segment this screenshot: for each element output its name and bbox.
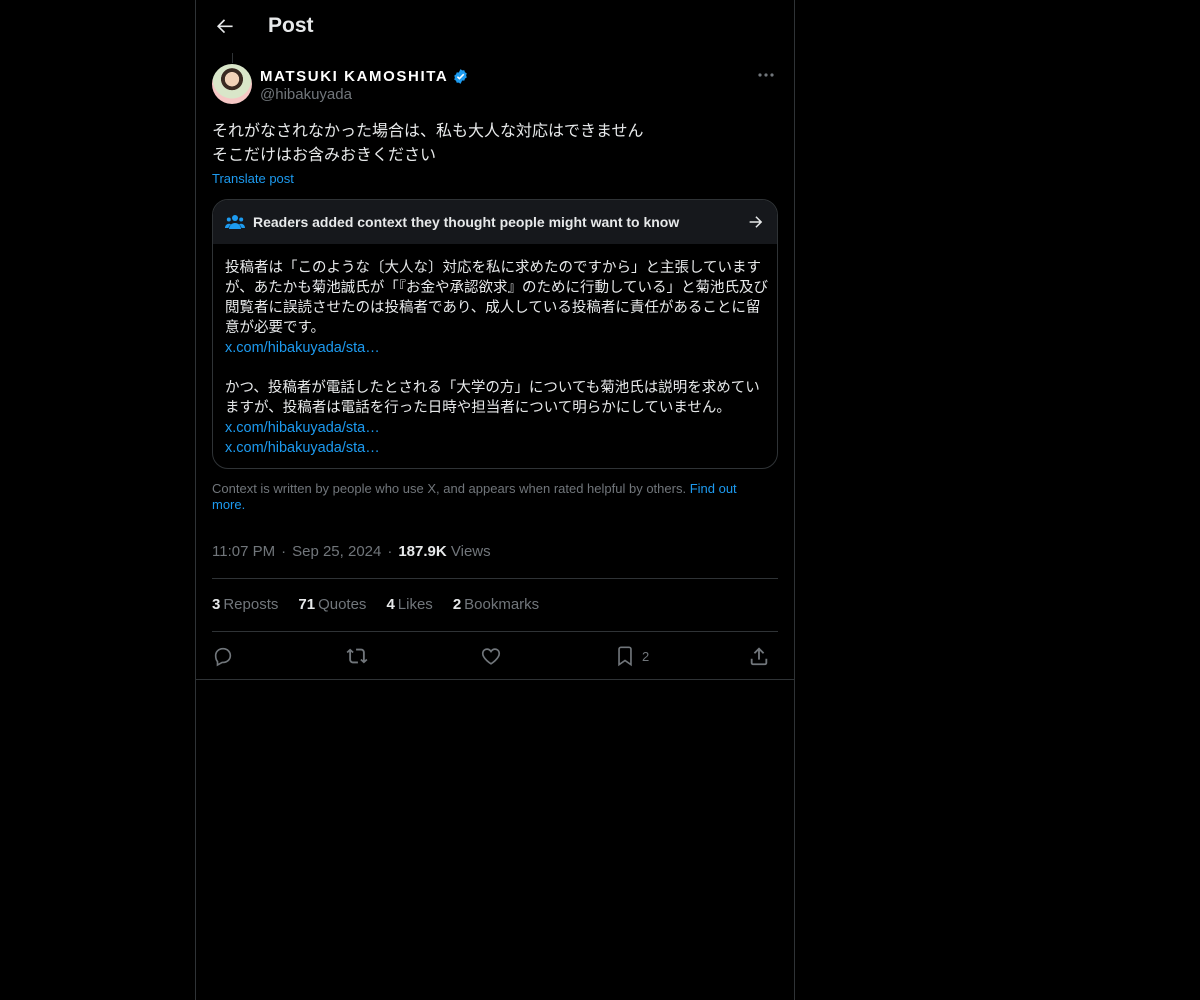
more-icon[interactable] [756, 68, 776, 82]
quotes-stat[interactable]: 71 Quotes [298, 596, 366, 616]
reply-button[interactable] [212, 643, 234, 669]
bookmarks-stat[interactable]: 2 Bookmarks [453, 596, 539, 616]
bookmark-button[interactable]: 2 [614, 643, 649, 669]
community-note: Readers added context they thought peopl… [212, 199, 778, 469]
share-button[interactable] [748, 643, 770, 669]
back-arrow-icon[interactable] [212, 13, 238, 39]
display-name[interactable]: MATSUKI KAMOSHITA [260, 68, 448, 85]
community-note-header[interactable]: Readers added context they thought peopl… [213, 200, 777, 244]
bookmarks-count: 2 [452, 596, 462, 613]
note-link[interactable]: x.com/hibakuyada/sta… [225, 418, 769, 438]
note-disclaimer: Context is written by people who use X, … [212, 481, 772, 513]
reposts-stat[interactable]: 3 Reposts [212, 596, 278, 616]
views-count: 187.9K [398, 543, 447, 560]
post-stats: 3 Reposts 71 Quotes 4 Likes 2 Bookmarks [212, 596, 539, 616]
repost-icon [346, 648, 368, 664]
verified-badge-icon[interactable] [452, 68, 469, 85]
arrow-right-icon[interactable] [747, 213, 765, 231]
likes-stat[interactable]: 4 Likes [386, 596, 432, 616]
community-note-body: 投稿者は「このような〔大人な〕対応を私に求めたのですから」と主張していますが、あ… [225, 258, 769, 458]
name-row: MATSUKI KAMOSHITA [260, 66, 469, 86]
handle[interactable]: @hibakuyada [260, 86, 352, 103]
quotes-count: 71 [298, 596, 316, 613]
thread-line [232, 53, 233, 63]
post-date[interactable]: Sep 25, 2024 [292, 543, 381, 560]
views-label: Views [450, 543, 491, 560]
divider [212, 631, 778, 632]
community-note-title: Readers added context they thought peopl… [253, 214, 680, 230]
separator-dot: · [281, 543, 287, 560]
people-icon [225, 215, 245, 229]
header: Post [196, 0, 794, 53]
post-time[interactable]: 11:07 PM [212, 543, 275, 560]
note-link[interactable]: x.com/hibakuyada/sta… [225, 438, 769, 458]
like-icon [481, 648, 501, 665]
likes-count: 4 [386, 596, 395, 613]
author-row: MATSUKI KAMOSHITA @hibakuyada [212, 64, 778, 108]
divider [212, 578, 778, 579]
post-bottom-border [196, 679, 794, 680]
note-spacer [225, 358, 769, 378]
reply-icon [214, 647, 232, 667]
reposts-count: 3 [212, 596, 221, 613]
like-button[interactable] [480, 643, 502, 669]
post-meta: 11:07 PM · Sep 25, 2024 · 187.9K Views [212, 543, 491, 560]
note-paragraph: 投稿者は「このような〔大人な〕対応を私に求めたのですから」と主張していますが、あ… [225, 260, 769, 336]
tweet-text: それがなされなかった場合は、私も大人な対応はできません そこだけはお含みおきくだ… [212, 123, 644, 164]
reposts-label: Reposts [223, 596, 279, 613]
page-title: Post [268, 14, 314, 37]
disclaimer-text: Context is written by people who use X, … [212, 481, 687, 496]
separator-dot: · [387, 543, 393, 560]
share-icon [750, 647, 768, 666]
bookmark-icon [618, 646, 632, 667]
quotes-label: Quotes [318, 596, 367, 613]
avatar[interactable] [212, 64, 252, 104]
likes-label: Likes [397, 596, 433, 613]
bookmarks-label: Bookmarks [464, 596, 540, 613]
repost-button[interactable] [346, 643, 368, 669]
main-column: Post MATSUKI KAMOSHITA @hibakuyada それがなさ… [195, 0, 795, 1000]
translate-link[interactable]: Translate post [212, 171, 294, 186]
note-paragraph: かつ、投稿者が電話したとされる「大学の方」についても菊池氏は説明を求めていますが… [225, 380, 760, 416]
action-bar: 2 [212, 643, 778, 669]
note-link[interactable]: x.com/hibakuyada/sta… [225, 338, 769, 358]
bookmark-count: 2 [642, 648, 650, 664]
